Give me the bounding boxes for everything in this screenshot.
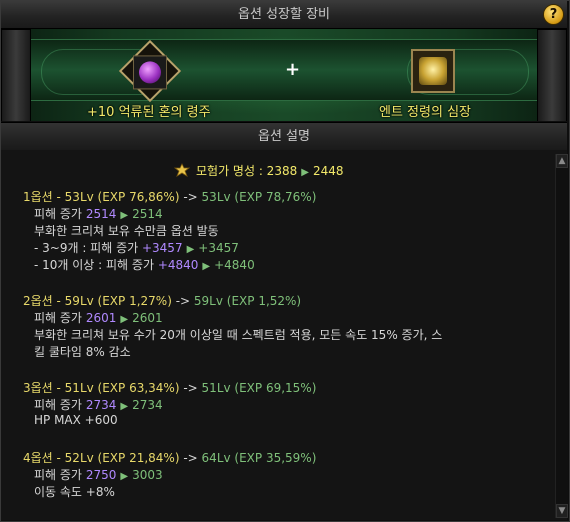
- left-item-name: +10 억류된 혼의 령주: [87, 105, 211, 120]
- option-1-sub1: - 3~9개 : 피해 증가 +3457 ▶ +3457: [34, 239, 239, 256]
- arrow-icon: ▶: [186, 244, 195, 255]
- damage-to: 3003: [132, 468, 163, 482]
- adventurer-fame: 모험가 명성 : 2388 ▶ 2448: [174, 162, 343, 179]
- option-2-extra-2: 킬 쿨타임 8% 감소: [34, 345, 131, 359]
- plus-icon: +: [285, 59, 301, 80]
- damage-from: 2734: [85, 398, 117, 412]
- option-1-sub2: - 10개 이상 : 피해 증가 +4840 ▶ +4840: [34, 256, 255, 273]
- damage-from: 2750: [85, 468, 117, 482]
- option-2-damage: 피해 증가 2601 ▶ 2601: [34, 309, 163, 326]
- fame-label: 모험가 명성 : 2388: [196, 164, 298, 178]
- option-1-post: 53Lv (EXP 78,76%): [197, 190, 317, 204]
- option-3-header: 3옵션 - 51Lv (EXP 63,34%) -> 51Lv (EXP 69,…: [23, 379, 316, 396]
- sub2-label: - 10개 이상 : 피해 증가: [34, 258, 158, 272]
- option-1-header: 1옵션 - 53Lv (EXP 76,86%) -> 53Lv (EXP 78,…: [23, 188, 316, 205]
- damage-label: 피해 증가: [34, 398, 82, 412]
- option-1-damage: 피해 증가 2514 ▶ 2514: [34, 205, 163, 222]
- banner-cap-left: [1, 29, 31, 121]
- banner-cap-right: [537, 29, 567, 121]
- option-2-header: 2옵션 - 59Lv (EXP 1,27%) -> 59Lv (EXP 1,52…: [23, 292, 301, 309]
- damage-to: 2514: [132, 207, 163, 221]
- damage-to: 2734: [132, 398, 163, 412]
- option-2-arrow: ->: [175, 294, 191, 308]
- arrow-icon: ▶: [120, 401, 129, 412]
- option-2-pre: 2옵션 - 59Lv (EXP 1,27%): [23, 294, 176, 308]
- option-1-pre: 1옵션 - 53Lv (EXP 76,86%): [23, 190, 184, 204]
- purple-gem-icon: [133, 55, 167, 90]
- option-3-pre: 3옵션 - 51Lv (EXP 63,34%): [23, 381, 184, 395]
- option-1-arrow: ->: [183, 190, 198, 204]
- help-button[interactable]: ?: [543, 4, 564, 25]
- scrollbar[interactable]: ▲ ▼: [555, 154, 568, 518]
- damage-label: 피해 증가: [34, 207, 82, 221]
- option-4-extra: 이동 속도 +8%: [34, 485, 115, 499]
- damage-from: 2601: [85, 311, 117, 325]
- sub1-label: - 3~9개 : 피해 증가: [34, 241, 142, 255]
- option-3-post: 51Lv (EXP 69,15%): [197, 381, 317, 395]
- section-title: 옵션 설명: [1, 122, 567, 151]
- sub1-to: +3457: [198, 241, 239, 255]
- option-3-arrow: ->: [183, 381, 198, 395]
- option-2-post: 59Lv (EXP 1,52%): [190, 294, 302, 308]
- option-4-damage: 피해 증가 2750 ▶ 3003: [34, 466, 163, 483]
- damage-to: 2601: [132, 311, 163, 325]
- sub2-to: +4840: [214, 258, 255, 272]
- fame-crest-icon: [174, 163, 190, 177]
- arrow-icon: ▶: [301, 167, 309, 178]
- window-title-text: 옵션 성장할 장비: [238, 7, 330, 22]
- option-3-extra: HP MAX +600: [34, 413, 118, 427]
- sub1-from: +3457: [141, 241, 183, 255]
- damage-from: 2514: [85, 207, 117, 221]
- equipment-banner: + +10 억류된 혼의 령주 엔트 정령의 심장: [1, 29, 567, 121]
- scroll-down-button[interactable]: ▼: [556, 504, 568, 518]
- scroll-up-button[interactable]: ▲: [556, 154, 568, 168]
- section-title-text: 옵션 설명: [258, 129, 310, 144]
- fame-to: 2448: [312, 164, 344, 178]
- right-item-name: 엔트 정령의 심장: [379, 105, 471, 120]
- window-title: 옵션 성장할 장비: [1, 1, 567, 29]
- option-4-header: 4옵션 - 52Lv (EXP 21,84%) -> 64Lv (EXP 35,…: [23, 449, 316, 466]
- arrow-icon: ▶: [120, 210, 129, 221]
- damage-label: 피해 증가: [34, 311, 82, 325]
- damage-label: 피해 증가: [34, 468, 82, 482]
- option-4-post: 64Lv (EXP 35,59%): [197, 451, 317, 465]
- ent-heart-item-slot[interactable]: [411, 49, 455, 93]
- sub2-from: +4840: [157, 258, 199, 272]
- option-4-pre: 4옵션 - 52Lv (EXP 21,84%): [23, 451, 184, 465]
- arrow-icon: ▶: [120, 471, 129, 482]
- arrow-icon: ▶: [202, 261, 211, 272]
- option-3-damage: 피해 증가 2734 ▶ 2734: [34, 396, 163, 413]
- option-4-arrow: ->: [183, 451, 198, 465]
- option-1-extra: 부화한 크리쳐 보유 수만큼 옵션 발동: [34, 224, 219, 238]
- option-2-extra-1: 부화한 크리쳐 보유 수가 20개 이상일 때 스펙트럼 적용, 모든 속도 1…: [34, 328, 443, 342]
- arrow-icon: ▶: [120, 314, 129, 325]
